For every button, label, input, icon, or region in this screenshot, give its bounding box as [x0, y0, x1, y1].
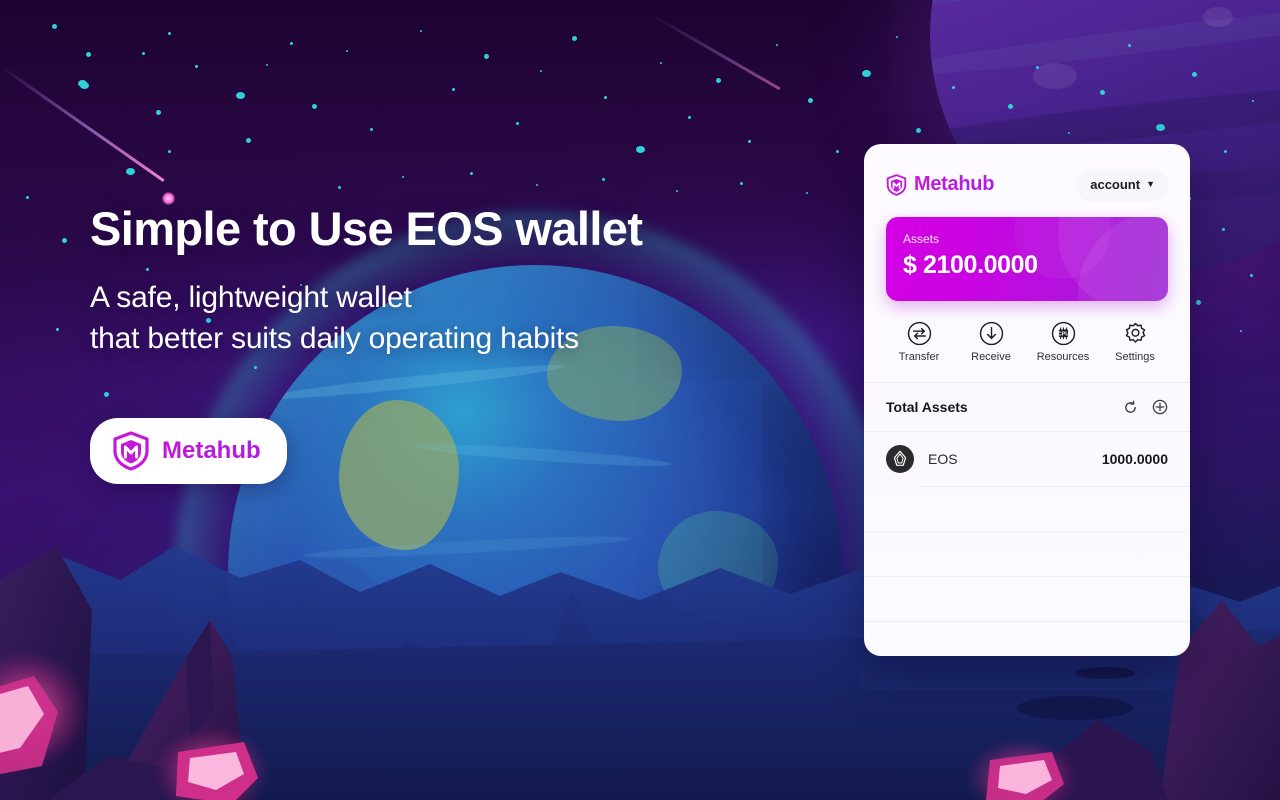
- assets-balance-card: Assets $ 2100.0000: [886, 217, 1168, 301]
- gear-icon: [1123, 321, 1148, 346]
- total-assets-controls: [1123, 399, 1168, 415]
- wallet-actions-row: Transfer Receive CPU Resources Settings: [864, 301, 1190, 363]
- hero-subtitle-line-2: that better suits daily operating habits: [90, 321, 579, 355]
- refresh-icon[interactable]: [1123, 400, 1138, 415]
- hero-landing-page: Simple to Use EOS wallet A safe, lightwe…: [0, 0, 1280, 800]
- wallet-brand-name: Metahub: [914, 173, 995, 195]
- receive-action-label: Receive: [971, 351, 1011, 363]
- wallet-brand: Metahub: [886, 173, 994, 196]
- account-selector-label: account: [1090, 177, 1141, 192]
- assets-balance-value: $ 2100.0000: [903, 251, 1038, 279]
- wallet-card: Metahub account ▼ Assets $ 2100.0000 Tra…: [864, 144, 1190, 656]
- chevron-down-icon: ▼: [1146, 179, 1155, 189]
- wallet-header: Metahub account ▼: [864, 144, 1190, 199]
- token-amount: 1000.0000: [1101, 451, 1168, 467]
- metahub-shield-logo-icon: [112, 431, 150, 471]
- token-symbol: EOS: [928, 451, 958, 467]
- receive-action-button[interactable]: Receive: [962, 321, 1020, 363]
- cpu-circle-icon: CPU: [1051, 321, 1076, 346]
- svg-text:CPU: CPU: [1058, 332, 1069, 338]
- total-assets-title: Total Assets: [886, 399, 968, 415]
- assets-label: Assets: [903, 232, 940, 246]
- token-list: EOS 1000.0000: [864, 432, 1190, 487]
- plus-circle-icon[interactable]: [1152, 399, 1168, 415]
- transfer-arrows-circle-icon: [907, 321, 932, 346]
- settings-action-label: Settings: [1115, 351, 1155, 363]
- hero-text-block: Simple to Use EOS wallet A safe, lightwe…: [90, 202, 790, 359]
- page-title: Simple to Use EOS wallet: [90, 202, 643, 255]
- settings-action-button[interactable]: Settings: [1106, 321, 1164, 363]
- transfer-action-label: Transfer: [898, 351, 940, 363]
- total-assets-header: Total Assets: [864, 383, 1190, 431]
- metahub-cta-button[interactable]: Metahub: [90, 418, 287, 484]
- hero-subtitle-line-1: A safe, lightweight wallet: [90, 280, 412, 314]
- download-arrow-circle-icon: [979, 321, 1004, 346]
- hero-subtitle: A safe, lightweight wallet that better s…: [90, 277, 790, 359]
- transfer-action-button[interactable]: Transfer: [890, 321, 948, 363]
- metahub-cta-label: Metahub: [162, 437, 261, 464]
- wallet-empty-area: [864, 487, 1190, 656]
- account-selector-button[interactable]: account ▼: [1077, 170, 1168, 199]
- eos-logo-icon: [886, 445, 914, 473]
- resources-action-button[interactable]: CPU Resources: [1034, 321, 1092, 363]
- metahub-shield-logo-icon: [886, 173, 907, 196]
- table-row[interactable]: EOS 1000.0000: [864, 432, 1190, 486]
- resources-action-label: Resources: [1036, 351, 1090, 363]
